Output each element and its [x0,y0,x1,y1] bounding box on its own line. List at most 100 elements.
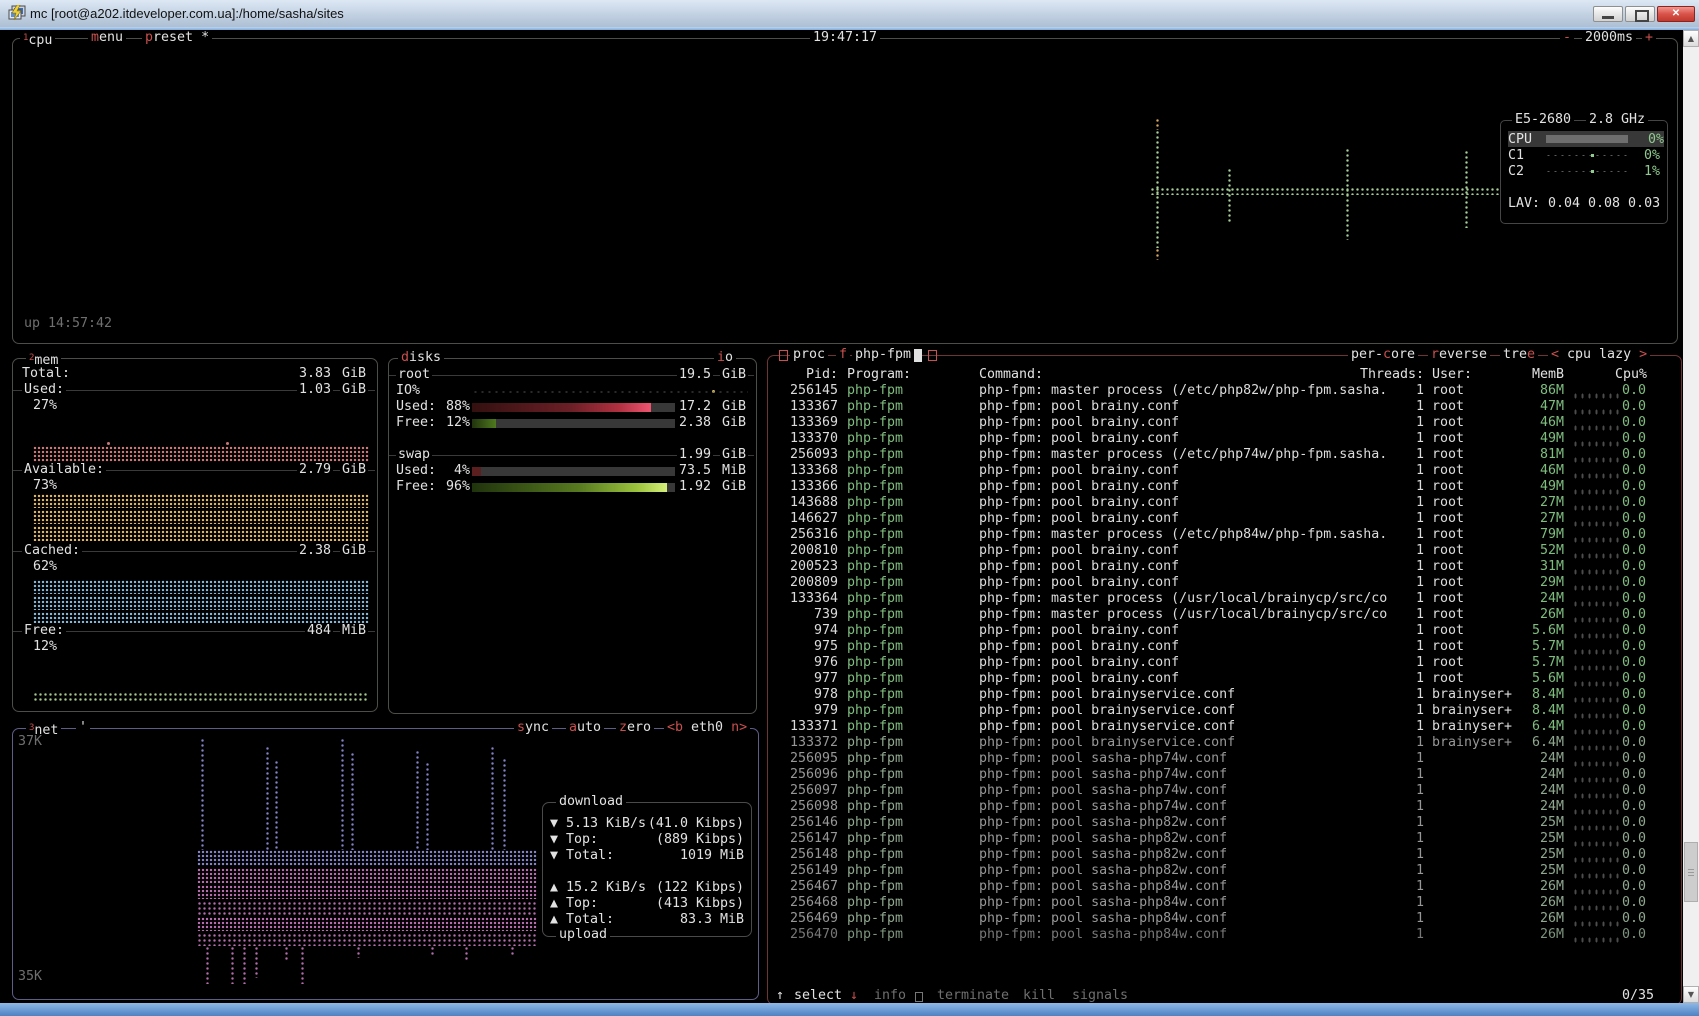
memory-panel-title[interactable]: 2mem [26,351,61,365]
process-row[interactable]: 256469 php-fpm php-fpm: pool sasha-php84… [775,911,1655,927]
process-row[interactable]: 977 php-fpm php-fpm: pool brainy.conf 1 … [775,671,1655,687]
header-threads[interactable]: Threads: [1360,367,1424,383]
process-row[interactable]: 256098 php-fpm php-fpm: pool sasha-php74… [775,799,1655,815]
process-row[interactable]: 133370 php-fpm php-fpm: pool brainy.conf… [775,431,1655,447]
proc-filter-key[interactable]: f [836,348,850,362]
mem-free-value: 484MiB [250,623,368,639]
proc-sort-selector[interactable]: < cpu lazy > [1548,348,1650,362]
net-download-column [350,752,356,850]
disks-io-tab[interactable]: io [714,351,736,365]
net-zero-tab[interactable]: zero [616,721,654,735]
net-sync-tab[interactable]: sync [514,721,552,735]
disk-swap-free-percent: 96% [430,479,470,495]
process-row[interactable]: 256316 php-fpm php-fpm: master process (… [775,527,1655,543]
process-row[interactable]: 978 php-fpm php-fpm: pool brainyservice.… [775,687,1655,703]
minimize-button[interactable] [1593,6,1623,22]
header-pid[interactable]: Pid: [775,367,838,383]
scroll-down-hint[interactable]: ↓ [847,989,861,1003]
header-program[interactable]: Program: [847,367,911,383]
process-pid: 739 [775,607,838,623]
proc-reverse-tab[interactable]: reverse [1428,348,1490,362]
scroll-down-button[interactable]: ▼ [1683,986,1699,1003]
process-command: php-fpm: pool sasha-php84w.conf [979,895,1415,911]
process-row[interactable]: 200523 php-fpm php-fpm: pool brainy.conf… [775,559,1655,575]
disks-panel-title[interactable]: disks [398,351,444,365]
maximize-button[interactable] [1625,6,1655,22]
process-row[interactable]: 133364 php-fpm php-fpm: master process (… [775,591,1655,607]
process-memory: 47M [1520,399,1564,415]
info-action[interactable]: info [871,989,909,1003]
net-interface-selector[interactable]: <b eth0 n> [664,721,750,735]
process-row[interactable]: 133366 php-fpm php-fpm: pool brainy.conf… [775,479,1655,495]
header-command[interactable]: Command: [979,367,1043,383]
process-row[interactable]: 256147 php-fpm php-fpm: pool sasha-php82… [775,831,1655,847]
terminate-action[interactable]: terminate [934,989,1012,1003]
process-row[interactable]: 143688 php-fpm php-fpm: pool brainy.conf… [775,495,1655,511]
process-row[interactable]: 256097 php-fpm php-fpm: pool sasha-php74… [775,783,1655,799]
process-row[interactable]: 979 php-fpm php-fpm: pool brainyservice.… [775,703,1655,719]
net-stat-value: (413 Kibps) [656,896,744,912]
process-row[interactable]: 976 php-fpm php-fpm: pool brainy.conf 1 … [775,655,1655,671]
process-row[interactable]: 256468 php-fpm php-fpm: pool sasha-php84… [775,895,1655,911]
net-auto-tab[interactable]: auto [566,721,604,735]
process-row[interactable]: 256096 php-fpm php-fpm: pool sasha-php74… [775,767,1655,783]
proc-tree-tab[interactable]: tree [1500,348,1538,362]
header-user[interactable]: User: [1432,367,1472,383]
net-stat-label: Total: [566,848,614,864]
process-row[interactable]: 975 php-fpm php-fpm: pool brainy.conf 1 … [775,639,1655,655]
mem-cached-graph [33,612,369,623]
select-action[interactable]: select [791,989,845,1003]
process-row[interactable]: 256145 php-fpm php-fpm: master process (… [775,383,1655,399]
core-usage-value: 0% [1627,148,1660,163]
disk-root-free-bar [472,419,675,428]
window-titlebar[interactable]: mc [root@a202.itdeveloper.com.ua]:/home/… [0,0,1699,28]
process-row[interactable]: 256148 php-fpm php-fpm: pool sasha-php82… [775,847,1655,863]
process-row[interactable]: 200810 php-fpm php-fpm: pool brainy.conf… [775,543,1655,559]
scrollbar-thumb[interactable] [1684,842,1698,902]
process-row[interactable]: 256149 php-fpm php-fpm: pool sasha-php82… [775,863,1655,879]
process-row[interactable]: 974 php-fpm php-fpm: pool brainy.conf 1 … [775,623,1655,639]
download-arrow-icon: ▼ [550,832,566,848]
process-program: php-fpm [847,495,970,511]
close-button[interactable]: ✕ [1657,6,1695,22]
process-cpu: 0.0 [1622,479,1646,495]
cpu-menu-tab[interactable]: menu [88,31,126,45]
cpu-usage-line [1150,187,1500,195]
header-cpu[interactable]: Cpu% [1587,367,1647,383]
process-row[interactable]: 739 php-fpm php-fpm: master process (/us… [775,607,1655,623]
proc-percore-tab[interactable]: per-core [1348,348,1418,362]
process-panel-title[interactable]: proc [790,348,828,362]
interval-increase-button[interactable]: + [1642,31,1656,45]
core-label: C1 [1508,148,1545,163]
process-row[interactable]: 133372 php-fpm php-fpm: pool brainyservi… [775,735,1655,751]
process-user [1432,879,1520,895]
process-cpu: 0.0 [1622,495,1646,511]
interval-decrease-button[interactable]: - [1560,31,1574,45]
process-cpu: 0.0 [1622,687,1646,703]
process-row[interactable]: 256470 php-fpm php-fpm: pool sasha-php84… [775,927,1655,943]
process-row[interactable]: 133367 php-fpm php-fpm: pool brainy.conf… [775,399,1655,415]
process-row[interactable]: 256095 php-fpm php-fpm: pool sasha-php74… [775,751,1655,767]
scroll-up-button[interactable]: ▲ [1683,30,1699,47]
signals-action[interactable]: signals [1069,989,1131,1003]
process-row[interactable]: 133369 php-fpm php-fpm: pool brainy.conf… [775,415,1655,431]
proc-filter-input[interactable]: php-fpm [852,348,914,362]
process-row[interactable]: 256146 php-fpm php-fpm: pool sasha-php82… [775,815,1655,831]
network-panel-title[interactable]: 3net [26,721,61,735]
process-command: php-fpm: pool brainyservice.conf [979,735,1415,751]
kill-action[interactable]: kill [1020,989,1058,1003]
cpu-panel-title[interactable]: 1cpu [20,31,55,45]
header-mem[interactable]: MemB [1520,367,1564,383]
process-row[interactable]: 133371 php-fpm php-fpm: pool brainyservi… [775,719,1655,735]
disk-root-used-bar [472,403,675,412]
process-row[interactable]: 133368 php-fpm php-fpm: pool brainy.conf… [775,463,1655,479]
process-row[interactable]: 256467 php-fpm php-fpm: pool sasha-php84… [775,879,1655,895]
process-threads: 1 [1415,575,1424,591]
cpu-preset-tab[interactable]: preset * [142,31,212,45]
process-row[interactable]: 146627 php-fpm php-fpm: pool brainy.conf… [775,511,1655,527]
putty-icon [8,5,26,25]
scroll-up-hint[interactable]: ↑ [773,989,787,1003]
process-row[interactable]: 200809 php-fpm php-fpm: pool brainy.conf… [775,575,1655,591]
download-arrow-icon: ▼ [550,848,566,864]
process-row[interactable]: 256093 php-fpm php-fpm: master process (… [775,447,1655,463]
